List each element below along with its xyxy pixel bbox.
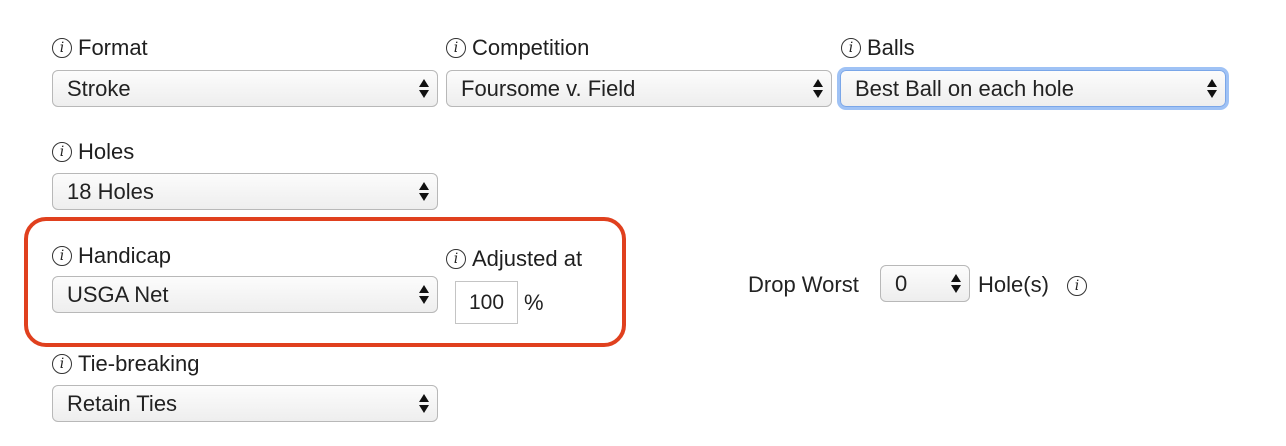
info-icon[interactable]: i [841,38,861,58]
info-icon[interactable]: i [1067,276,1087,296]
balls-label-text: Balls [867,35,915,60]
competition-label: i Competition [446,35,589,61]
adjusted-label: i Adjusted at [446,246,582,272]
info-icon[interactable]: i [446,38,466,58]
select-arrows-icon [813,79,823,98]
format-value: Stroke [67,75,131,101]
balls-label: i Balls [841,35,915,61]
holes-select[interactable]: 18 Holes [52,173,438,210]
select-arrows-icon [951,274,961,293]
format-label-text: Format [78,35,148,60]
info-icon[interactable]: i [446,249,466,269]
select-arrows-icon [419,182,429,201]
handicap-select[interactable]: USGA Net [52,276,438,313]
balls-value: Best Ball on each hole [855,75,1074,101]
drop-worst-select[interactable]: 0 [880,265,970,302]
select-arrows-icon [419,285,429,304]
holes-suffix-label: Hole(s) [978,272,1049,297]
drop-worst-label: Drop Worst [748,272,859,297]
info-icon[interactable]: i [52,142,72,162]
holes-label-text: Holes [78,139,135,164]
tie-breaking-label: i Tie-breaking [52,351,199,377]
select-arrows-icon [419,79,429,98]
holes-value: 18 Holes [67,178,154,204]
percent-unit: % [524,290,544,315]
handicap-label: i Handicap [52,243,171,269]
handicap-value: USGA Net [67,281,169,307]
info-icon[interactable]: i [52,354,72,374]
competition-label-text: Competition [472,35,590,60]
adjusted-percent-input[interactable] [455,281,518,324]
competition-select[interactable]: Foursome v. Field [446,70,832,107]
format-label: i Format [52,35,148,61]
select-arrows-icon [419,394,429,413]
adjusted-label-text: Adjusted at [472,246,583,271]
info-icon[interactable]: i [52,246,72,266]
format-select[interactable]: Stroke [52,70,438,107]
tie-breaking-value: Retain Ties [67,390,178,416]
balls-select[interactable]: Best Ball on each hole [840,70,1226,107]
handicap-label-text: Handicap [78,243,171,268]
drop-worst-value: 0 [895,270,908,296]
tie-breaking-label-text: Tie-breaking [78,351,200,376]
info-icon[interactable]: i [52,38,72,58]
holes-label: i Holes [52,139,134,165]
select-arrows-icon [1207,79,1217,98]
tie-breaking-select[interactable]: Retain Ties [52,385,438,422]
competition-value: Foursome v. Field [461,75,636,101]
